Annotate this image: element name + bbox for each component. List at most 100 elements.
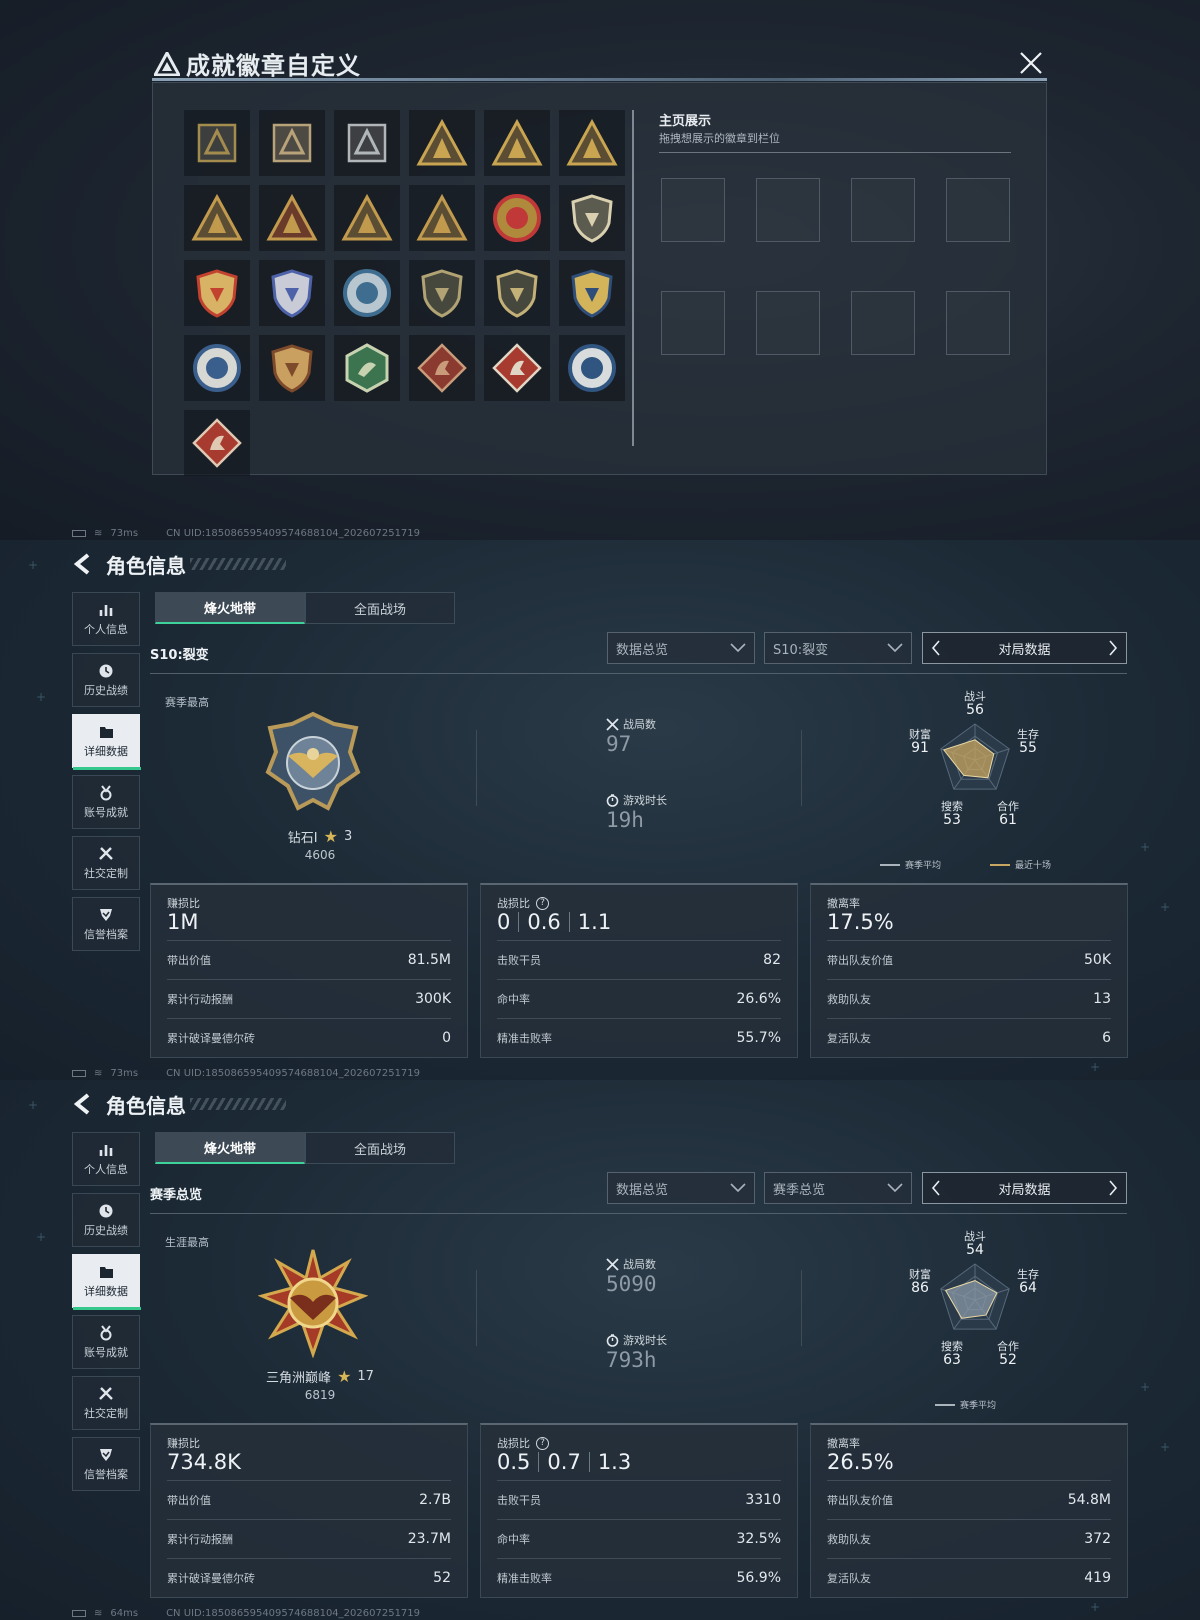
sidebar-item-clock[interactable]: 历史战绩 xyxy=(72,653,140,707)
page-title: 角色信息 xyxy=(106,1094,186,1118)
badge-slot[interactable] xyxy=(559,110,625,176)
sidebar-item-shield-check[interactable]: 信誉档案 xyxy=(72,897,140,951)
eagle-head-badge-icon xyxy=(193,344,241,392)
radar-value-wealth: 91 xyxy=(911,740,929,756)
badge-slot[interactable] xyxy=(184,110,250,176)
badge-slot[interactable] xyxy=(334,335,400,401)
tab-battlefield[interactable]: 全面战场 xyxy=(305,592,455,624)
kd-values: 0.5 0.7 1.3 xyxy=(497,1450,631,1474)
sidebar-item-medal[interactable]: 账号成就 xyxy=(72,1315,140,1369)
badge-slot[interactable] xyxy=(409,185,475,251)
badge-slot[interactable] xyxy=(559,260,625,326)
tab-warzone[interactable]: 烽火地带 xyxy=(155,592,305,624)
data-type-dropdown[interactable]: 数据总览 xyxy=(607,1172,755,1204)
shield-badge-icon xyxy=(347,123,387,163)
tab-warzone[interactable]: 烽火地带 xyxy=(155,1132,305,1164)
showcase-slot[interactable] xyxy=(851,178,915,242)
stat-row-value: 50K xyxy=(1084,951,1111,968)
sidebar-item-medal[interactable]: 账号成就 xyxy=(72,775,140,829)
sidebar-item-tools[interactable]: 社交定制 xyxy=(72,1376,140,1430)
badge-slot[interactable] xyxy=(409,335,475,401)
stat-row-value: 55.7% xyxy=(736,1029,781,1046)
back-button[interactable] xyxy=(72,552,94,576)
badge-slot[interactable] xyxy=(184,335,250,401)
legend-swatch xyxy=(935,1403,955,1406)
kd-separator xyxy=(538,1452,540,1472)
sidebar-item-tools[interactable]: 社交定制 xyxy=(72,836,140,890)
showcase-slot[interactable] xyxy=(851,291,915,355)
sidebar-item-clock[interactable]: 历史战绩 xyxy=(72,1193,140,1247)
badge-divider[interactable] xyxy=(632,110,634,446)
showcase-slot[interactable] xyxy=(946,178,1010,242)
kd-caption-text: 战损比 xyxy=(497,1437,530,1450)
showcase-slot[interactable] xyxy=(946,291,1010,355)
badge-slot[interactable] xyxy=(484,110,550,176)
stat-row-label: 累计行动报酬 xyxy=(167,1532,233,1546)
pager-label: 对局数据 xyxy=(998,642,1051,658)
sidebar-item-folder[interactable]: 详细数据 xyxy=(72,1254,141,1310)
sidebar-item-label: 信誉档案 xyxy=(84,1468,128,1481)
chevron-left-icon[interactable] xyxy=(931,1180,941,1196)
badge-slot[interactable] xyxy=(184,260,250,326)
sidebar-item-shield-check[interactable]: 信誉档案 xyxy=(72,1437,140,1491)
data-type-dropdown[interactable]: 数据总览 xyxy=(607,632,755,664)
chevron-right-icon[interactable] xyxy=(1108,640,1118,656)
help-icon[interactable]: ? xyxy=(536,1436,549,1450)
badge-slot[interactable] xyxy=(484,260,550,326)
sidebar-item-label: 个人信息 xyxy=(84,623,128,636)
stat-row-value: 32.5% xyxy=(736,1530,781,1547)
ability-radar: 战斗 54 生存 64 合作 52 搜索 63 财富 86 xyxy=(890,1230,1060,1410)
decor-plus-icon: + xyxy=(1140,840,1151,854)
season-dropdown[interactable]: 赛季总览 xyxy=(764,1172,912,1204)
kd-value: 0.7 xyxy=(547,1450,581,1474)
badge-slot[interactable] xyxy=(184,410,250,476)
badge-slot[interactable] xyxy=(259,185,325,251)
kd-value: 1.1 xyxy=(577,910,612,934)
help-icon[interactable]: ? xyxy=(536,896,549,910)
profit-caption: 赚损比 xyxy=(167,897,200,910)
stat-row: 累计行动报酬 23.7M xyxy=(167,1519,451,1557)
badge-slot[interactable] xyxy=(559,335,625,401)
stat-row-label: 带出价值 xyxy=(167,953,211,967)
badge-slot[interactable] xyxy=(259,110,325,176)
chevron-down-icon xyxy=(730,1183,746,1193)
badge-slot[interactable] xyxy=(559,185,625,251)
season-dropdown[interactable]: S10:裂变 xyxy=(764,632,912,664)
close-button[interactable] xyxy=(1018,50,1044,76)
badge-slot[interactable] xyxy=(409,110,475,176)
badge-slot[interactable] xyxy=(259,335,325,401)
showcase-slot[interactable] xyxy=(756,291,820,355)
showcase-slot[interactable] xyxy=(756,178,820,242)
showcase-slot[interactable] xyxy=(661,291,725,355)
chevron-left-icon[interactable] xyxy=(931,640,941,656)
wifi-icon: ≋ xyxy=(94,528,103,539)
back-button[interactable] xyxy=(72,1092,94,1116)
data-type-value: 数据总览 xyxy=(616,1182,669,1198)
badge-slot[interactable] xyxy=(484,335,550,401)
rank-emblem xyxy=(258,708,368,818)
legend-item: 赛季平均 xyxy=(880,858,941,871)
showcase-slot[interactable] xyxy=(661,178,725,242)
badge-slot[interactable] xyxy=(334,185,400,251)
stopwatch-icon xyxy=(606,793,619,807)
sidebar-item-bar-chart[interactable]: 个人信息 xyxy=(72,1132,140,1186)
triangle-one-badge-icon xyxy=(266,193,318,241)
badge-slot[interactable] xyxy=(259,260,325,326)
chevron-right-icon[interactable] xyxy=(1108,1180,1118,1196)
profile-panel-season: 角色信息 个人信息 历史战绩 详细数据 账号成就 社交定制 信誉档案 烽火地带 全面战场 … xyxy=(0,540,1200,1080)
shield-emblem-badge-icon xyxy=(571,194,613,243)
badge-slot[interactable] xyxy=(334,110,400,176)
tab-battlefield[interactable]: 全面战场 xyxy=(305,1132,455,1164)
decor-plus-icon: + xyxy=(36,1230,47,1244)
stat-row-value: 419 xyxy=(1084,1569,1111,1586)
badge-slot[interactable] xyxy=(484,185,550,251)
sidebar-item-label: 账号成就 xyxy=(84,1346,128,1359)
sidebar-item-folder[interactable]: 详细数据 xyxy=(72,714,141,770)
stat-row-label: 击败干员 xyxy=(497,953,541,967)
match-data-pager: 对局数据 xyxy=(922,632,1127,664)
badge-slot[interactable] xyxy=(409,260,475,326)
badge-slot[interactable] xyxy=(334,260,400,326)
dialog-title: 成就徽章自定义 xyxy=(154,46,361,81)
badge-slot[interactable] xyxy=(184,185,250,251)
sidebar-item-bar-chart[interactable]: 个人信息 xyxy=(72,592,140,646)
